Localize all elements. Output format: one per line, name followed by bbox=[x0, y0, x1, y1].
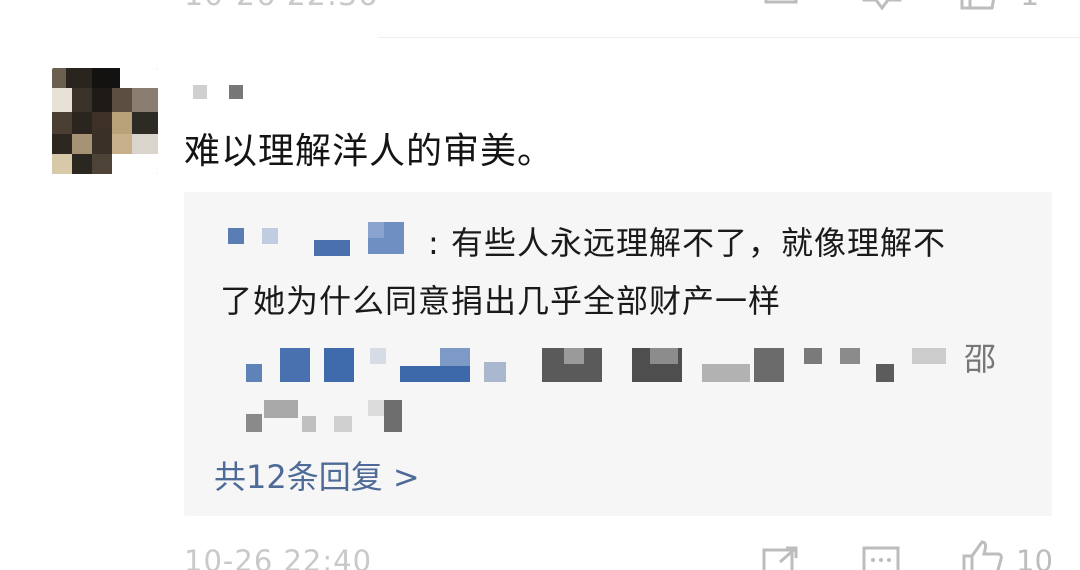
share-icon[interactable] bbox=[762, 546, 800, 570]
reply-preview-box[interactable]: : 有些人永远理解不了，就像理解不 了她为什么同意捐出几乎全部财产一样 邵 共1… bbox=[184, 192, 1052, 516]
reply-line-2: 了她为什么同意捐出几乎全部财产一样 bbox=[220, 282, 782, 320]
reply-line-3-suffix: 邵 bbox=[964, 340, 998, 378]
divider bbox=[378, 37, 1080, 38]
thumbs-up-icon[interactable] bbox=[958, 0, 1002, 10]
previous-like-count: 1 bbox=[1020, 0, 1040, 13]
username[interactable] bbox=[193, 85, 253, 103]
comment-icon[interactable] bbox=[862, 0, 902, 12]
comment-toolbar: 10-26 22:40 10 bbox=[0, 540, 1080, 570]
previous-comment-toolbar: 10-26 22:36 1 bbox=[0, 0, 1080, 13]
like-count: 10 bbox=[1016, 544, 1053, 570]
thumbs-up-icon[interactable] bbox=[960, 540, 1004, 570]
comment-timestamp: 10-26 22:40 bbox=[184, 544, 373, 570]
previous-timestamp: 10-26 22:36 bbox=[184, 0, 378, 13]
more-replies-link[interactable]: 共12条回复 > bbox=[214, 452, 420, 498]
comment-thread: 10-26 22:36 1 bbox=[0, 0, 1080, 570]
reply-line-1: : 有些人永远理解不了，就像理解不 bbox=[428, 224, 946, 262]
reply-username-1[interactable] bbox=[228, 228, 244, 244]
avatar[interactable] bbox=[52, 68, 158, 174]
comment-text: 难以理解洋人的审美。 bbox=[184, 131, 555, 172]
comment-icon[interactable] bbox=[862, 546, 902, 570]
share-icon[interactable] bbox=[764, 0, 800, 8]
